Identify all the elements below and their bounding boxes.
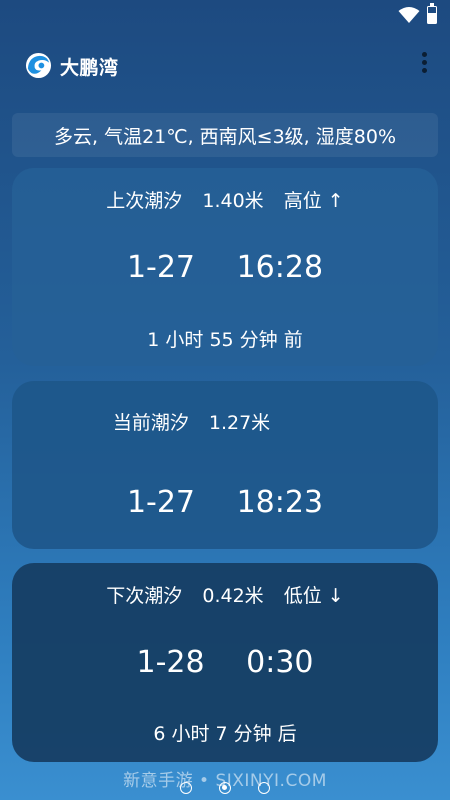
previous-tide-height: 1.40米 bbox=[202, 190, 264, 212]
next-tide-level: 低位 ↓ bbox=[283, 585, 344, 607]
weather-text: 多云, 气温21℃, 西南风≤3级, 湿度80% bbox=[54, 125, 396, 148]
status-bar bbox=[0, 0, 450, 30]
next-tide-time: 0:30 bbox=[246, 645, 314, 680]
page-indicator bbox=[0, 782, 450, 794]
current-tide-date: 1-27 bbox=[126, 485, 196, 520]
current-tide-header: 当前潮汐 1.27米 bbox=[12, 408, 438, 435]
next-tide-card[interactable]: 下次潮汐 0.42米 低位 ↓ 1-28 0:30 6 小时 7 分钟 后 bbox=[12, 563, 438, 762]
previous-tide-relative: 1 小时 55 分钟 前 bbox=[147, 329, 303, 351]
previous-tide-card[interactable]: 上次潮汐 1.40米 高位 ↑ 1-27 16:28 1 小时 55 分钟 前 bbox=[12, 168, 438, 366]
next-tide-datetime: 1-28 0:30 bbox=[12, 645, 438, 680]
current-tide-time: 18:23 bbox=[236, 485, 324, 520]
next-tide-date: 1-28 bbox=[136, 645, 205, 680]
next-tide-relative: 6 小时 7 分钟 后 bbox=[153, 723, 297, 745]
previous-tide-datetime: 1-27 16:28 bbox=[12, 250, 438, 285]
current-tide-height: 1.27米 bbox=[208, 412, 271, 434]
wave-logo-icon bbox=[25, 52, 52, 79]
page-dot[interactable] bbox=[180, 782, 192, 794]
more-vert-icon[interactable] bbox=[420, 52, 428, 78]
current-tide-card[interactable]: 当前潮汐 1.27米 1-27 18:23 bbox=[12, 381, 438, 549]
battery-icon bbox=[427, 3, 437, 24]
weather-summary: 多云, 气温21℃, 西南风≤3级, 湿度80% bbox=[12, 113, 438, 157]
next-tide-header: 下次潮汐 0.42米 低位 ↓ bbox=[12, 581, 438, 608]
next-tide-height: 0.42米 bbox=[202, 585, 264, 607]
previous-tide-header: 上次潮汐 1.40米 高位 ↑ bbox=[12, 186, 438, 213]
previous-tide-date: 1-27 bbox=[126, 250, 196, 285]
current-tide-datetime: 1-27 18:23 bbox=[12, 485, 438, 520]
previous-tide-time: 16:28 bbox=[236, 250, 324, 285]
page-dot[interactable] bbox=[258, 782, 270, 794]
next-tide-label: 下次潮汐 bbox=[106, 585, 183, 607]
app-bar: 大鹏湾 bbox=[0, 30, 450, 100]
page-dot-active[interactable] bbox=[219, 782, 231, 794]
current-tide-label: 当前潮汐 bbox=[112, 412, 189, 434]
previous-tide-label: 上次潮汐 bbox=[106, 190, 183, 212]
previous-tide-level: 高位 ↑ bbox=[283, 190, 344, 212]
app-title: 大鹏湾 bbox=[60, 57, 119, 79]
wifi-icon bbox=[398, 7, 420, 23]
